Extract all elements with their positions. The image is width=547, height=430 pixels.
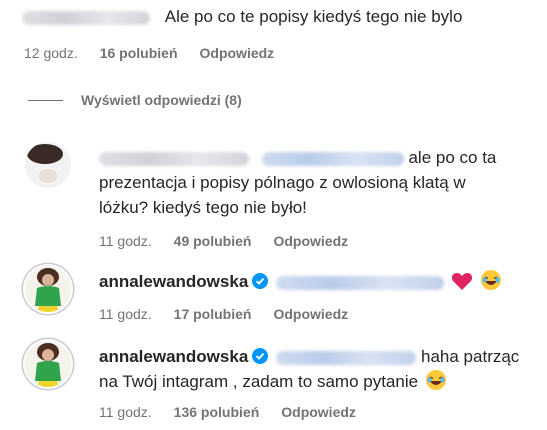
avatar[interactable] bbox=[25, 266, 71, 312]
avatar-image bbox=[25, 266, 71, 312]
reply-3-body: annalewandowska haha patrząc na Twój int… bbox=[99, 344, 545, 394]
reply-time: 11 godz. bbox=[99, 404, 152, 420]
reply-1-text-line-3: lóżku? kiedyś tego nie było! bbox=[99, 198, 307, 217]
view-replies-label: Wyświetl odpowiedzi (8) bbox=[81, 92, 242, 108]
reply-time: 11 godz. bbox=[99, 233, 152, 249]
comment-text: Ale po co te popisy kiedyś tego nie bylo bbox=[164, 7, 463, 26]
comment-body: Ale po co te popisy kiedyś tego nie bylo bbox=[22, 4, 462, 29]
reply-time: 11 godz. bbox=[99, 306, 152, 322]
avatar-image bbox=[25, 341, 71, 387]
reply-3-text-line-1: haha patrząc bbox=[421, 347, 520, 366]
reply-button[interactable]: Odpowiedz bbox=[273, 233, 348, 249]
reply-likes[interactable]: 49 polubień bbox=[174, 233, 252, 249]
avatar[interactable] bbox=[25, 341, 71, 387]
avatar[interactable] bbox=[25, 142, 71, 188]
reply-button[interactable]: Odpowiedz bbox=[200, 45, 275, 61]
view-replies-toggle[interactable]: Wyświetl odpowiedzi (8) bbox=[28, 92, 242, 108]
blurred-mention[interactable] bbox=[276, 275, 445, 290]
verified-badge-icon bbox=[252, 348, 269, 364]
reply-2-body: annalewandowska bbox=[99, 269, 502, 294]
reply-1-meta: 11 godz. 49 polubień Odpowiedz bbox=[99, 233, 348, 249]
reply-3-text-line-2: na Twój intagram , zadam to samo pytanie bbox=[99, 372, 419, 391]
reply-3-meta: 11 godz. 136 polubień Odpowiedz bbox=[99, 404, 356, 420]
blurred-username[interactable] bbox=[99, 151, 249, 166]
blurred-mention[interactable] bbox=[261, 151, 404, 166]
verified-badge-icon bbox=[252, 273, 269, 289]
comment-time: 12 godz. bbox=[24, 45, 78, 61]
blurred-mention[interactable] bbox=[276, 350, 417, 365]
reply-2-meta: 11 godz. 17 polubień Odpowiedz bbox=[99, 306, 348, 322]
comment-meta: 12 godz. 16 polubień Odpowiedz bbox=[24, 45, 274, 61]
reply-button[interactable]: Odpowiedz bbox=[281, 404, 356, 420]
reply-likes[interactable]: 136 polubień bbox=[174, 404, 260, 420]
reply-likes[interactable]: 17 polubień bbox=[174, 306, 252, 322]
reply-1-body: ale po co ta prezentacja i popisy pólnag… bbox=[99, 145, 539, 220]
username[interactable]: annalewandowska bbox=[99, 347, 248, 366]
laughing-emoji-icon bbox=[480, 270, 501, 290]
comment-likes[interactable]: 16 polubień bbox=[100, 45, 178, 61]
reply-1-text-line-2: prezentacja i popisy pólnago z owlosioną… bbox=[99, 173, 466, 192]
avatar-image bbox=[25, 142, 71, 188]
divider-line bbox=[28, 99, 63, 101]
blurred-username bbox=[22, 10, 150, 25]
reply-1-text-line-1: ale po co ta bbox=[408, 148, 497, 167]
laughing-emoji-icon bbox=[425, 370, 446, 390]
username[interactable]: annalewandowska bbox=[99, 272, 248, 291]
reply-button[interactable]: Odpowiedz bbox=[273, 306, 348, 322]
red-heart-emoji-icon bbox=[451, 273, 473, 290]
